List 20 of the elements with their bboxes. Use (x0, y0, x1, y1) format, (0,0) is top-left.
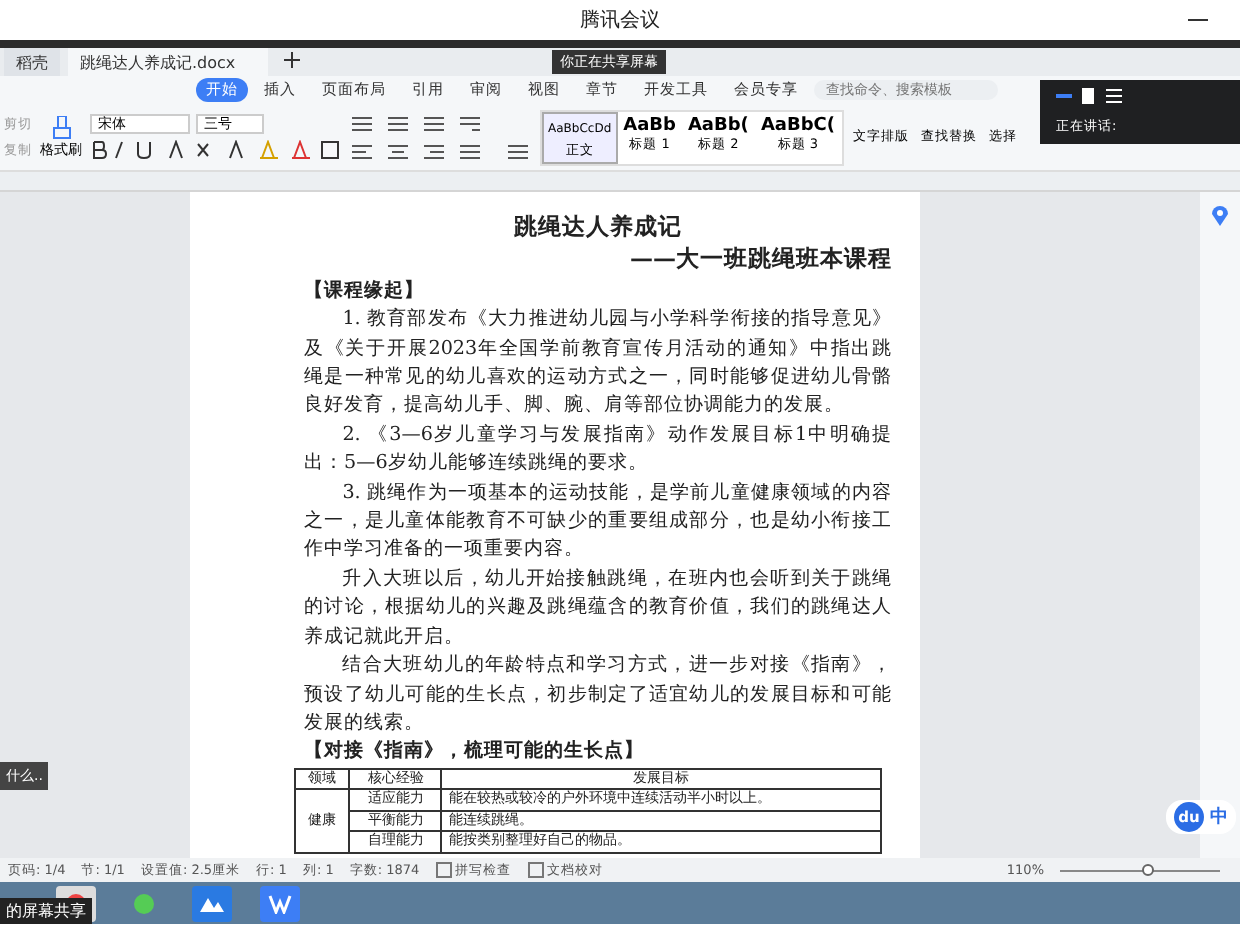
ime-mode[interactable]: 中 (1210, 804, 1228, 830)
taskbar-tooltip: 的屏幕共享 (0, 898, 92, 924)
window-title: 腾讯会议 (580, 7, 660, 34)
brush-icon (51, 115, 71, 139)
paragraph: 2. 《3—6岁儿童学习与发展指南》动作发展目标1中明确提出：5—6岁幼儿能够连续跳绳的要求。 (304, 421, 892, 479)
section-heading: 【对接《指南》，梳理可能的生长点】 (304, 738, 646, 767)
zoom-slider-thumb[interactable] (1142, 863, 1154, 875)
formatting-icons-drawing[interactable] (90, 140, 340, 160)
paragraph: 1. 教育部发布《大力推进幼儿园与小学科学衔接的指导意见》及《关于开展2023年全国学前教育宣传月活动的通知》中指出跳绳是一种常见的幼儿喜欢的运动方式之一，同时能够促进幼儿骨骼良好发育，提高幼儿手、脚、腕、肩等部位协调能力的发展。 (304, 306, 892, 421)
paragraph-icons-drawing[interactable] (348, 111, 532, 163)
paragraph: 3. 跳绳作为一项基本的运动技能，是学前儿童健康领域的内容之一，是儿童体能教育不可缺少的重要组成部分，也是幼小衔接工作中学习准备的一项重要内容。 (304, 479, 892, 565)
document-tab[interactable]: 稻壳 (4, 48, 60, 76)
document-tab[interactable]: 跳绳达人养成记.docx (68, 48, 268, 76)
section-heading: 【课程缘起】 (304, 277, 426, 306)
document-subtitle: ——大一班跳绳班本课程 (628, 244, 892, 274)
location-pin-icon[interactable] (1210, 204, 1230, 228)
document-title: 跳绳达人养成记 (512, 212, 684, 241)
paragraph: 升入大班以后，幼儿开始接触跳绳，在班内也会听到关于跳绳的讨论，根据幼儿的兴趣及跳绳蕴含的教育价值，我们的跳绳达人养成记就此开启。 (304, 565, 892, 652)
layout-icon[interactable] (1056, 87, 1124, 104)
paragraph: 结合大班幼儿的年龄特点和学习方式，进一步对接《指南》，预设了幼儿可能的生长点，初步制定了适宜幼儿的发展目标和可能发展的线索。 (304, 652, 892, 738)
